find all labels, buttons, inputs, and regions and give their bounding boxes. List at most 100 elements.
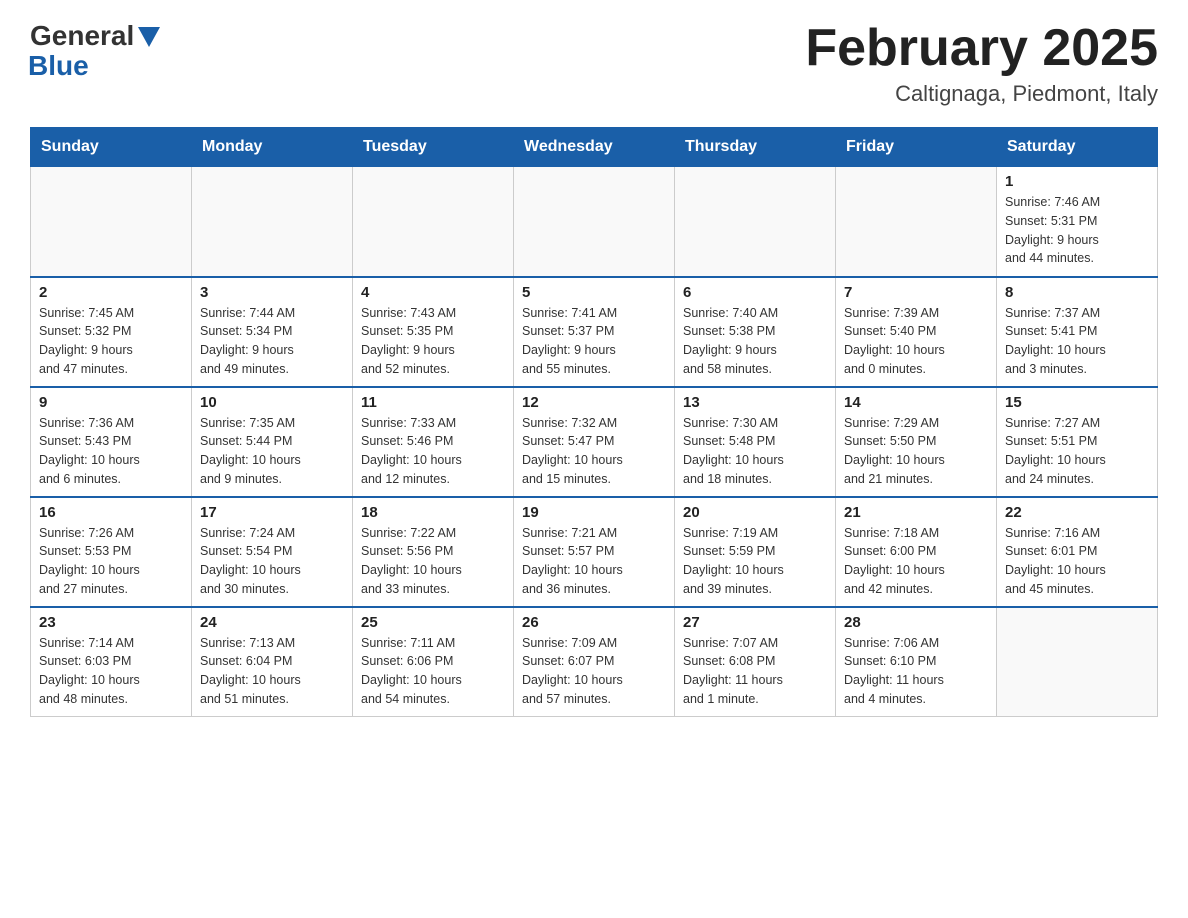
calendar-cell: 20 Sunrise: 7:19 AM Sunset: 5:59 PM Dayli… bbox=[675, 497, 836, 607]
calendar-cell: 3Sunrise: 7:44 AM Sunset: 5:34 PM Daylig… bbox=[192, 277, 353, 387]
calendar-table: SundayMondayTuesdayWednesdayThursdayFrid… bbox=[30, 127, 1158, 717]
day-number: 1 bbox=[1005, 173, 1149, 190]
day-info: Sunrise: 7:13 AM Sunset: 6:04 PM Dayligh… bbox=[200, 634, 344, 709]
day-number: 13 bbox=[683, 394, 827, 411]
calendar-cell: 1 Sunrise: 7:46 AM Sunset: 5:31 PM Daylig… bbox=[997, 167, 1158, 277]
day-number: 6 bbox=[683, 284, 827, 301]
calendar-cell: 26 Sunrise: 7:09 AM Sunset: 6:07 PM Dayli… bbox=[514, 607, 675, 717]
calendar-cell: 12Sunrise: 7:32 AM Sunset: 5:47 PM Dayli… bbox=[514, 387, 675, 497]
location-title: Caltignaga, Piedmont, Italy bbox=[805, 81, 1158, 107]
weekday-header-saturday: Saturday bbox=[997, 128, 1158, 167]
calendar-cell: 17 Sunrise: 7:24 AM Sunset: 5:54 PM Dayli… bbox=[192, 497, 353, 607]
day-info: Sunrise: 7:41 AM Sunset: 5:37 PM Dayligh… bbox=[522, 304, 666, 379]
day-info: Sunrise: 7:39 AM Sunset: 5:40 PM Dayligh… bbox=[844, 304, 988, 379]
day-info: Sunrise: 7:26 AM Sunset: 5:53 PM Dayligh… bbox=[39, 524, 183, 599]
month-title: February 2025 bbox=[805, 20, 1158, 77]
day-info: Sunrise: 7:14 AM Sunset: 6:03 PM Dayligh… bbox=[39, 634, 183, 709]
day-number: 27 bbox=[683, 614, 827, 631]
day-info: Sunrise: 7:22 AM Sunset: 5:56 PM Dayligh… bbox=[361, 524, 505, 599]
day-number: 21 bbox=[844, 504, 988, 521]
day-info: Sunrise: 7:37 AM Sunset: 5:41 PM Dayligh… bbox=[1005, 304, 1149, 379]
day-number: 7 bbox=[844, 284, 988, 301]
day-info: Sunrise: 7:19 AM Sunset: 5:59 PM Dayligh… bbox=[683, 524, 827, 599]
calendar-cell: 14 Sunrise: 7:29 AM Sunset: 5:50 PM Dayli… bbox=[836, 387, 997, 497]
day-number: 26 bbox=[522, 614, 666, 631]
calendar-cell: 13Sunrise: 7:30 AM Sunset: 5:48 PM Dayli… bbox=[675, 387, 836, 497]
day-number: 2 bbox=[39, 284, 183, 301]
day-info: Sunrise: 7:43 AM Sunset: 5:35 PM Dayligh… bbox=[361, 304, 505, 379]
logo-general-text: General bbox=[30, 20, 134, 52]
day-number: 17 bbox=[200, 504, 344, 521]
calendar-cell: 6 Sunrise: 7:40 AM Sunset: 5:38 PM Daylig… bbox=[675, 277, 836, 387]
calendar-week-row: 16 Sunrise: 7:26 AM Sunset: 5:53 PM Dayli… bbox=[31, 497, 1158, 607]
day-info: Sunrise: 7:33 AM Sunset: 5:46 PM Dayligh… bbox=[361, 414, 505, 489]
calendar-cell: 5Sunrise: 7:41 AM Sunset: 5:37 PM Daylig… bbox=[514, 277, 675, 387]
day-info: Sunrise: 7:24 AM Sunset: 5:54 PM Dayligh… bbox=[200, 524, 344, 599]
day-number: 28 bbox=[844, 614, 988, 631]
calendar-cell: 19 Sunrise: 7:21 AM Sunset: 5:57 PM Dayli… bbox=[514, 497, 675, 607]
calendar-cell: 23 Sunrise: 7:14 AM Sunset: 6:03 PM Dayli… bbox=[31, 607, 192, 717]
calendar-cell bbox=[836, 167, 997, 277]
day-number: 8 bbox=[1005, 284, 1149, 301]
logo: General Blue bbox=[30, 20, 160, 82]
calendar-week-row: 2Sunrise: 7:45 AM Sunset: 5:32 PM Daylig… bbox=[31, 277, 1158, 387]
calendar-cell: 27 Sunrise: 7:07 AM Sunset: 6:08 PM Dayli… bbox=[675, 607, 836, 717]
calendar-cell: 4 Sunrise: 7:43 AM Sunset: 5:35 PM Daylig… bbox=[353, 277, 514, 387]
page-header: General Blue February 2025 Caltignaga, P… bbox=[30, 20, 1158, 107]
calendar-week-row: 23 Sunrise: 7:14 AM Sunset: 6:03 PM Dayli… bbox=[31, 607, 1158, 717]
calendar-cell: 2Sunrise: 7:45 AM Sunset: 5:32 PM Daylig… bbox=[31, 277, 192, 387]
weekday-header-friday: Friday bbox=[836, 128, 997, 167]
day-number: 25 bbox=[361, 614, 505, 631]
weekday-header-row: SundayMondayTuesdayWednesdayThursdayFrid… bbox=[31, 128, 1158, 167]
calendar-cell: 16 Sunrise: 7:26 AM Sunset: 5:53 PM Dayli… bbox=[31, 497, 192, 607]
calendar-cell: 9 Sunrise: 7:36 AM Sunset: 5:43 PM Daylig… bbox=[31, 387, 192, 497]
calendar-cell: 8 Sunrise: 7:37 AM Sunset: 5:41 PM Daylig… bbox=[997, 277, 1158, 387]
day-info: Sunrise: 7:11 AM Sunset: 6:06 PM Dayligh… bbox=[361, 634, 505, 709]
day-number: 15 bbox=[1005, 394, 1149, 411]
calendar-cell bbox=[353, 167, 514, 277]
day-info: Sunrise: 7:36 AM Sunset: 5:43 PM Dayligh… bbox=[39, 414, 183, 489]
day-info: Sunrise: 7:18 AM Sunset: 6:00 PM Dayligh… bbox=[844, 524, 988, 599]
calendar-week-row: 9 Sunrise: 7:36 AM Sunset: 5:43 PM Daylig… bbox=[31, 387, 1158, 497]
weekday-header-wednesday: Wednesday bbox=[514, 128, 675, 167]
calendar-cell: 18 Sunrise: 7:22 AM Sunset: 5:56 PM Dayli… bbox=[353, 497, 514, 607]
day-info: Sunrise: 7:16 AM Sunset: 6:01 PM Dayligh… bbox=[1005, 524, 1149, 599]
day-number: 10 bbox=[200, 394, 344, 411]
day-info: Sunrise: 7:27 AM Sunset: 5:51 PM Dayligh… bbox=[1005, 414, 1149, 489]
day-number: 20 bbox=[683, 504, 827, 521]
calendar-cell: 7 Sunrise: 7:39 AM Sunset: 5:40 PM Daylig… bbox=[836, 277, 997, 387]
day-info: Sunrise: 7:09 AM Sunset: 6:07 PM Dayligh… bbox=[522, 634, 666, 709]
day-number: 23 bbox=[39, 614, 183, 631]
calendar-cell: 21 Sunrise: 7:18 AM Sunset: 6:00 PM Dayli… bbox=[836, 497, 997, 607]
day-number: 12 bbox=[522, 394, 666, 411]
calendar-cell: 10Sunrise: 7:35 AM Sunset: 5:44 PM Dayli… bbox=[192, 387, 353, 497]
weekday-header-tuesday: Tuesday bbox=[353, 128, 514, 167]
day-number: 14 bbox=[844, 394, 988, 411]
weekday-header-monday: Monday bbox=[192, 128, 353, 167]
day-number: 24 bbox=[200, 614, 344, 631]
calendar-cell bbox=[514, 167, 675, 277]
calendar-cell bbox=[192, 167, 353, 277]
day-number: 19 bbox=[522, 504, 666, 521]
calendar-cell bbox=[675, 167, 836, 277]
calendar-cell: 11 Sunrise: 7:33 AM Sunset: 5:46 PM Dayli… bbox=[353, 387, 514, 497]
calendar-cell: 15 Sunrise: 7:27 AM Sunset: 5:51 PM Dayli… bbox=[997, 387, 1158, 497]
calendar-cell: 22Sunrise: 7:16 AM Sunset: 6:01 PM Dayli… bbox=[997, 497, 1158, 607]
day-number: 11 bbox=[361, 394, 505, 411]
day-info: Sunrise: 7:21 AM Sunset: 5:57 PM Dayligh… bbox=[522, 524, 666, 599]
day-number: 16 bbox=[39, 504, 183, 521]
calendar-week-row: 1 Sunrise: 7:46 AM Sunset: 5:31 PM Daylig… bbox=[31, 167, 1158, 277]
logo-arrow-icon bbox=[138, 27, 160, 47]
day-number: 18 bbox=[361, 504, 505, 521]
day-number: 4 bbox=[361, 284, 505, 301]
day-info: Sunrise: 7:07 AM Sunset: 6:08 PM Dayligh… bbox=[683, 634, 827, 709]
weekday-header-sunday: Sunday bbox=[31, 128, 192, 167]
day-number: 9 bbox=[39, 394, 183, 411]
day-info: Sunrise: 7:46 AM Sunset: 5:31 PM Dayligh… bbox=[1005, 193, 1149, 268]
weekday-header-thursday: Thursday bbox=[675, 128, 836, 167]
calendar-cell bbox=[997, 607, 1158, 717]
day-number: 3 bbox=[200, 284, 344, 301]
day-info: Sunrise: 7:29 AM Sunset: 5:50 PM Dayligh… bbox=[844, 414, 988, 489]
title-block: February 2025 Caltignaga, Piedmont, Ital… bbox=[805, 20, 1158, 107]
day-info: Sunrise: 7:40 AM Sunset: 5:38 PM Dayligh… bbox=[683, 304, 827, 379]
